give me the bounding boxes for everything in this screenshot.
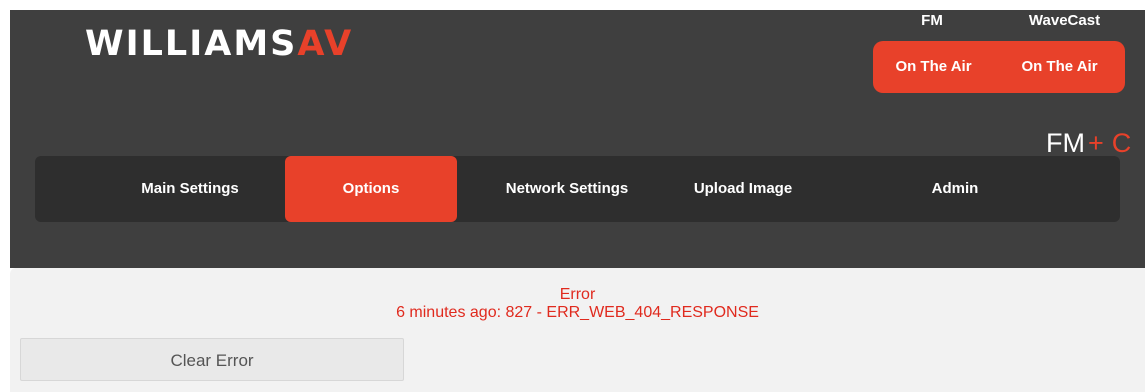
broadcast-status: FM WaveCast On The Air On The Air [870, 10, 1135, 94]
model-suffix: C [1111, 128, 1132, 158]
nav-upload-image[interactable]: Upload Image [673, 156, 813, 222]
logo-text-accent: AV [297, 24, 354, 64]
on-air-status-pill: On The Air On The Air [873, 41, 1125, 93]
content-panel: Error 6 minutes ago: 827 - ERR_WEB_404_R… [10, 268, 1145, 392]
error-title: Error [559, 286, 596, 303]
nav-options[interactable]: Options [285, 156, 457, 222]
wavecast-status-label: WaveCast [1028, 12, 1101, 29]
wavecast-on-air-status: On The Air [1021, 58, 1098, 75]
main-nav: Main Settings Options Network Settings U… [35, 156, 1120, 222]
model-plus: + [1087, 128, 1104, 158]
nav-admin[interactable]: Admin [905, 156, 1005, 222]
model-name: FM + C [1046, 127, 1131, 159]
model-base: FM [1046, 128, 1085, 158]
header: WILLIAMSAV FM WaveCast On The Air On The… [10, 10, 1145, 268]
error-message: 6 minutes ago: 827 - ERR_WEB_404_RESPONS… [396, 304, 759, 321]
page: WILLIAMSAV FM WaveCast On The Air On The… [0, 0, 1145, 392]
clear-error-button[interactable]: Clear Error [20, 338, 404, 381]
fm-on-air-status: On The Air [895, 58, 972, 75]
nav-main-settings[interactable]: Main Settings [105, 156, 275, 222]
logo-text-main: WILLIAMS [85, 24, 298, 64]
nav-network-settings[interactable]: Network Settings [477, 156, 657, 222]
fm-status-label: FM [921, 12, 943, 29]
williams-av-logo: WILLIAMSAV [85, 24, 353, 64]
